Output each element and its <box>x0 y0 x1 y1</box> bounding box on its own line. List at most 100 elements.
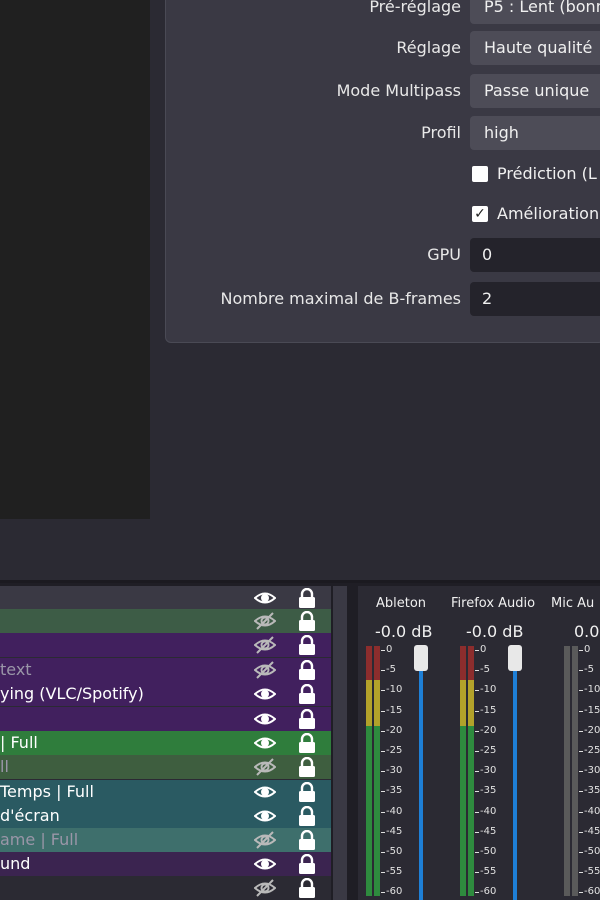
meter-tick-label: -5 <box>480 664 490 676</box>
volume-slider-track[interactable] <box>513 666 517 900</box>
sources-scrollbar[interactable] <box>333 586 347 900</box>
eye-icon[interactable] <box>253 589 277 607</box>
source-row[interactable]: ying (VLC/Spotify) <box>0 682 331 706</box>
meter-tick-label: -45 <box>480 825 497 837</box>
lookahead-checkbox-box[interactable] <box>472 166 488 182</box>
lock-icon[interactable] <box>298 683 316 704</box>
tuning-dropdown[interactable]: Haute qualité <box>470 31 600 65</box>
volume-slider-track[interactable] <box>419 666 423 900</box>
source-row[interactable]: ame | Full <box>0 828 331 852</box>
lock-icon[interactable] <box>298 853 316 874</box>
mixer-channel-db: -0.0 dB <box>375 622 433 641</box>
eye-off-icon[interactable] <box>253 831 277 849</box>
volume-slider-handle[interactable] <box>414 645 428 671</box>
lock-icon[interactable] <box>298 659 316 680</box>
volume-meter-bar <box>460 726 466 897</box>
source-name: ying (VLC/Spotify) <box>0 684 144 703</box>
source-row[interactable] <box>0 633 331 657</box>
meter-tick-mark <box>475 751 479 752</box>
meter-tick-label: -5 <box>584 664 594 676</box>
source-row[interactable]: und <box>0 852 331 876</box>
meter-tick-mark <box>475 670 479 672</box>
source-row[interactable]: text <box>0 658 331 682</box>
meter-tick-mark <box>475 872 479 874</box>
preview-canvas <box>0 0 150 519</box>
volume-meter-bar <box>468 646 474 680</box>
meter-tick-mark <box>381 791 385 793</box>
lookahead-checkbox[interactable]: Prédiction (L <box>470 157 600 191</box>
preset-dropdown[interactable]: P5 : Lent (bonne <box>470 0 600 24</box>
meter-tick-mark <box>475 730 479 732</box>
source-row[interactable]: | Full <box>0 731 331 755</box>
lock-icon[interactable] <box>298 587 316 608</box>
meter-tick-label: -40 <box>386 805 403 817</box>
lock-icon[interactable] <box>298 732 316 753</box>
bframes-input[interactable]: 2 <box>470 282 600 316</box>
meter-tick-label: -15 <box>386 704 403 716</box>
eye-icon[interactable] <box>253 685 277 703</box>
lock-icon[interactable] <box>298 708 316 729</box>
bframes-label: Nombre maximal de B-frames <box>220 289 462 308</box>
lock-icon[interactable] <box>298 877 316 898</box>
meter-tick-mark <box>579 670 583 672</box>
meter-tick-label: -45 <box>584 825 600 837</box>
mixer-channel-name: Mic Au <box>551 596 595 611</box>
meter-tick-mark <box>381 650 385 651</box>
source-row[interactable] <box>0 876 331 900</box>
eye-off-icon[interactable] <box>253 636 277 654</box>
meter-tick-mark <box>381 690 385 692</box>
eye-off-icon[interactable] <box>253 758 277 776</box>
tuning-label: Réglage <box>396 38 461 57</box>
source-row[interactable] <box>0 586 331 610</box>
profile-dropdown[interactable]: high <box>470 116 600 150</box>
meter-tick-label: -40 <box>584 805 600 817</box>
meter-tick-mark <box>381 771 385 773</box>
lock-icon[interactable] <box>298 829 316 850</box>
eye-icon[interactable] <box>253 807 277 825</box>
source-name: ll <box>0 757 9 776</box>
eye-off-icon[interactable] <box>253 661 277 679</box>
eye-off-icon[interactable] <box>253 879 277 897</box>
meter-tick-mark <box>579 730 583 732</box>
eye-icon[interactable] <box>253 855 277 873</box>
meter-tick-label: 0 <box>584 644 591 655</box>
source-name: ame | Full <box>0 830 79 849</box>
eye-icon[interactable] <box>253 734 277 752</box>
lock-icon[interactable] <box>298 634 316 655</box>
lock-icon[interactable] <box>298 781 316 802</box>
source-name: text <box>0 660 32 679</box>
gpu-input[interactable]: 0 <box>470 238 600 272</box>
lock-icon[interactable] <box>298 610 316 631</box>
audio-mixer: Ableton -0.0 dB 0 -5 -10 -15 -20 -25 -30 -35 -40 -4… <box>358 586 600 900</box>
source-row[interactable]: d'écran <box>0 804 331 828</box>
eye-icon[interactable] <box>253 783 277 801</box>
meter-tick-mark <box>381 730 385 732</box>
meter-tick-mark <box>475 852 479 853</box>
source-row[interactable] <box>0 707 331 731</box>
lock-icon[interactable] <box>298 805 316 826</box>
eye-icon[interactable] <box>253 710 277 728</box>
meter-tick-label: -30 <box>386 765 403 777</box>
meter-tick-mark <box>381 892 385 894</box>
meter-tick-label: -60 <box>480 886 497 898</box>
source-row[interactable] <box>0 609 331 633</box>
meter-tick-label: -30 <box>480 765 497 777</box>
multipass-label: Mode Multipass <box>336 81 461 100</box>
psycho-visual-checkbox[interactable]: ✓ Amélioration <box>470 197 600 231</box>
source-row[interactable]: ll <box>0 755 331 779</box>
meter-tick-mark <box>579 710 583 712</box>
psycho-visual-label: Amélioration <box>497 204 600 223</box>
eye-off-icon[interactable] <box>253 612 277 630</box>
meter-tick-mark <box>579 791 583 793</box>
multipass-dropdown[interactable]: Passe unique <box>470 74 600 108</box>
lock-icon[interactable] <box>298 756 316 777</box>
source-row[interactable]: Temps | Full <box>0 780 331 804</box>
checkmark-icon[interactable]: ✓ <box>472 206 488 222</box>
volume-slider-handle[interactable] <box>508 645 522 671</box>
meter-tick-label: -20 <box>480 724 497 736</box>
volume-meter-bar <box>460 680 466 726</box>
meter-tick-mark <box>475 710 479 712</box>
volume-meter-bar <box>366 680 372 726</box>
volume-meter-bar <box>374 646 380 680</box>
meter-tick-mark <box>475 690 479 692</box>
